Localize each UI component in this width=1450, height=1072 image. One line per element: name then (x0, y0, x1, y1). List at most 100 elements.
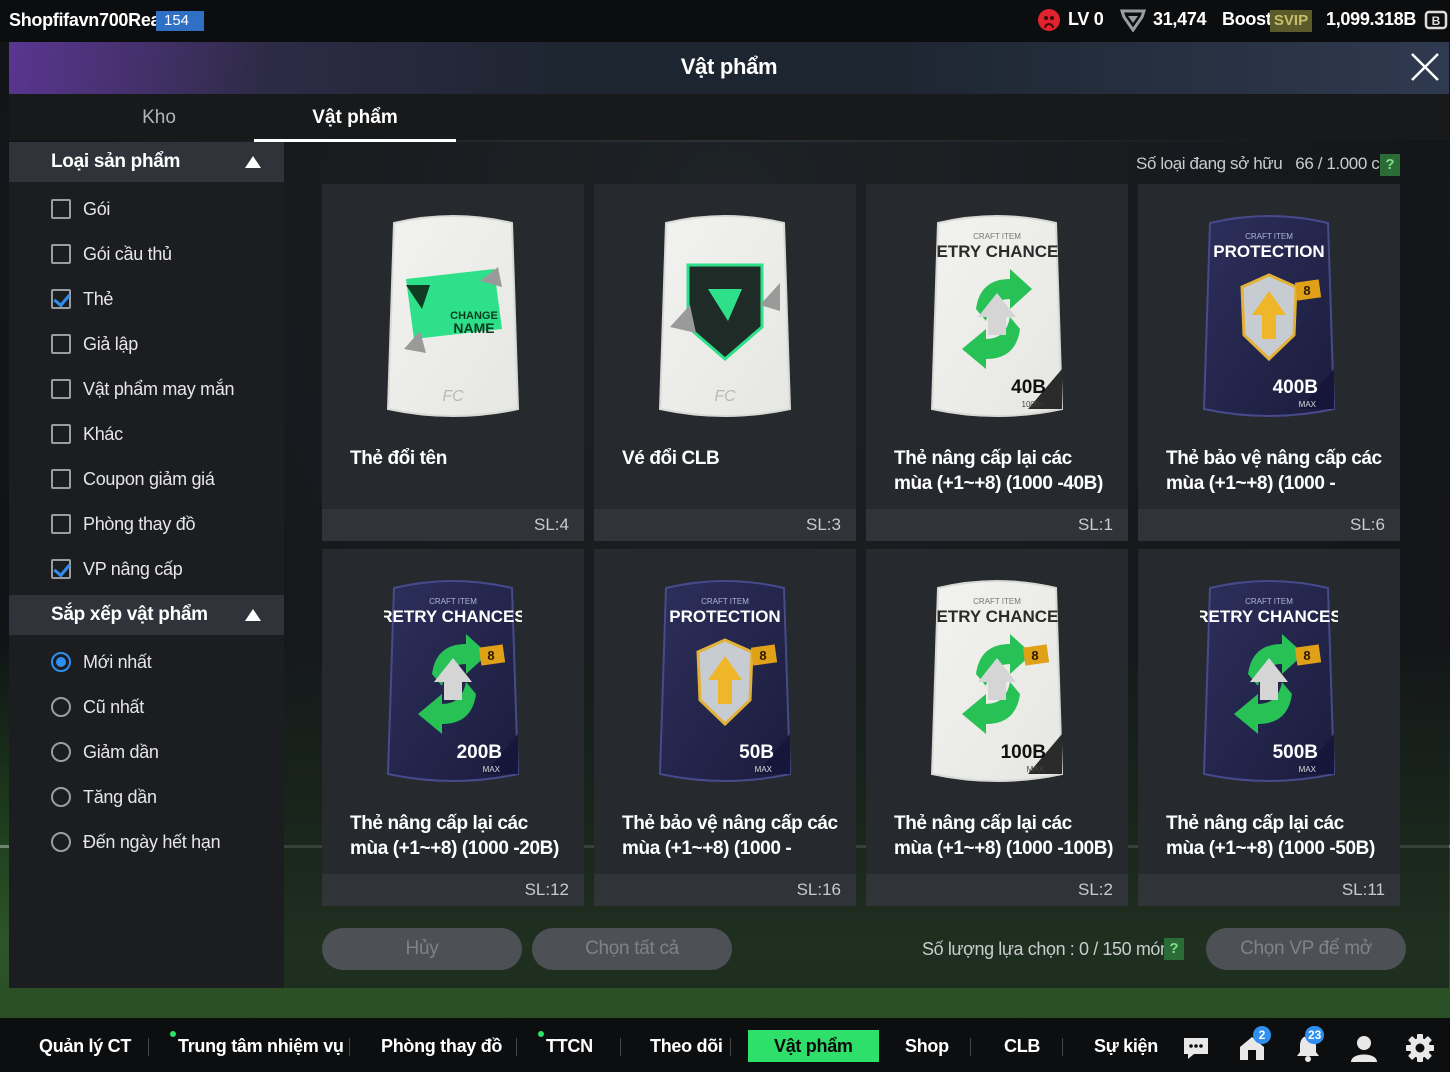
tab-vat-pham[interactable]: Vật phẩm (254, 94, 456, 142)
craft-label: CRAFT ITEM (1245, 232, 1293, 241)
checkbox[interactable] (51, 334, 71, 354)
item-card[interactable]: CRAFT ITEM RETRY CHANCES 8 500B MAX Thẻ nâng … (1138, 549, 1400, 906)
checkbox[interactable] (51, 289, 71, 309)
craft-sub: MAX (1027, 765, 1045, 774)
notification-dot (538, 1031, 544, 1037)
nav-phong-thay-do[interactable]: Phòng thay đồ (381, 1030, 502, 1062)
item-card[interactable]: CHANGE NAME FC Thẻ đổi tên SL:4 (322, 184, 584, 541)
nav-shop[interactable]: Shop (905, 1030, 949, 1062)
item-quantity: SL:2 (1078, 880, 1113, 899)
item-card-art-icon: CRAFT ITEM RETRY CHANCES 8 200B MAX (384, 574, 522, 792)
item-card-art-icon: CHANGE NAME FC (384, 209, 522, 427)
sort-label: Giảm dần (83, 742, 159, 762)
checkbox[interactable] (51, 244, 71, 264)
item-card[interactable]: CRAFT ITEM PROTECTION 8 400B MAX Thẻ bảo vệ n… (1138, 184, 1400, 541)
boost-label: Boost (1222, 9, 1272, 29)
sort-label: Cũ nhất (83, 697, 144, 717)
craft-sub: 1000~ (1022, 400, 1045, 409)
nav-ttcn[interactable]: TTCN (546, 1030, 593, 1062)
item-card[interactable]: CRAFT ITEM RETRY CHANCES 8 100B MAX Thẻ nâng … (866, 549, 1128, 906)
selection-help-icon[interactable]: ? (1164, 938, 1184, 960)
cancel-button[interactable]: Hủy (322, 928, 522, 970)
craft-title: RETRY CHANCES (928, 242, 1066, 261)
craft-sub: MAX (483, 765, 501, 774)
owned-help-icon[interactable]: ? (1380, 154, 1400, 176)
category-title: Loại sản phẩm (51, 151, 181, 172)
item-name: Thẻ bảo vệ nâng cấp các mùa (+1~+8) (100… (622, 813, 838, 859)
checkbox[interactable] (51, 424, 71, 444)
owned-count: Số loại đang sở hữu 66 / 1.000 cái (1136, 154, 1392, 174)
craft-value: 100B (1001, 742, 1046, 763)
checkbox[interactable] (51, 559, 71, 579)
tab-kho[interactable]: Kho (59, 94, 259, 140)
team-shield-icon (1120, 9, 1146, 32)
bp-coin-icon: B (1424, 10, 1448, 30)
profile-icon[interactable] (1348, 1032, 1380, 1064)
selection-count: Số lượng lựa chọn : 0 / 150 món (922, 939, 1170, 959)
checkbox[interactable] (51, 469, 71, 489)
checkbox[interactable] (51, 199, 71, 219)
craft-label: CRAFT ITEM (429, 597, 477, 606)
radio-button[interactable] (51, 652, 71, 672)
item-card-art-icon: CRAFT ITEM RETRY CHANCES 8 500B MAX (1200, 574, 1338, 792)
item-name: Thẻ nâng cấp lại các mùa (+1~+8) (1000 -… (1166, 813, 1375, 859)
item-name: Thẻ nâng cấp lại các mùa (+1~+8) (1000 -… (894, 448, 1103, 494)
category-label: Gói cầu thủ (83, 244, 172, 264)
status-bar: Shopfifavn700Rea 154 LV 0 31,474 Boost S… (0, 0, 1450, 42)
filter-sidebar: Loại sản phẩm Gói Gói cầu thủ Thẻ Giả lập Vậ… (9, 142, 284, 988)
nav-divider (148, 1038, 149, 1056)
item-quantity: SL:6 (1350, 515, 1385, 534)
radio-button[interactable] (51, 697, 71, 717)
item-quantity: SL:11 (1341, 880, 1385, 899)
checkbox[interactable] (51, 379, 71, 399)
radio-button[interactable] (51, 787, 71, 807)
grade-badge: 8 (759, 648, 766, 663)
nav-clb[interactable]: CLB (1004, 1030, 1040, 1062)
item-card-art-icon: CRAFT ITEM PROTECTION 8 400B MAX (1200, 209, 1338, 427)
category-label: Vật phẩm may mắn (83, 379, 235, 399)
craft-title: RETRY CHANCES (1200, 607, 1338, 626)
category-header[interactable]: Loại sản phẩm (9, 142, 284, 182)
checkbox[interactable] (51, 514, 71, 534)
nav-quan-ly-ct[interactable]: Quản lý CT (39, 1030, 131, 1062)
item-card-art-icon: CRAFT ITEM RETRY CHANCES 8 100B MAX (928, 574, 1066, 792)
category-label: Khác (83, 424, 123, 444)
item-card-art-icon: CRAFT ITEM PROTECTION 8 50B MAX (656, 574, 794, 792)
svg-text:B: B (1432, 14, 1441, 28)
nav-divider (970, 1038, 971, 1056)
team-value: 31,474 (1153, 9, 1207, 29)
bp-value: 1,099.318B (1326, 9, 1417, 29)
item-card[interactable]: CRAFT ITEM RETRY CHANCES 40B 1000~ Thẻ nâng … (866, 184, 1128, 541)
item-name: Vé đổi CLB (622, 448, 720, 469)
item-card[interactable]: CRAFT ITEM PROTECTION 8 50B MAX Thẻ bảo vệ nâ… (594, 549, 856, 906)
nav-divider (349, 1038, 350, 1056)
settings-gear-icon[interactable] (1404, 1032, 1436, 1064)
radio-button[interactable] (51, 832, 71, 852)
craft-title: RETRY CHANCES (384, 607, 522, 626)
nav-theo-doi[interactable]: Theo dõi (650, 1030, 723, 1062)
open-selected-button[interactable]: Chọn VP để mở (1206, 928, 1406, 970)
craft-sub: MAX (1299, 765, 1317, 774)
select-all-button[interactable]: Chọn tất cả (532, 928, 732, 970)
category-label: Thẻ (83, 289, 114, 309)
sort-label: Tăng dần (83, 787, 157, 807)
item-name: Thẻ đổi tên (350, 448, 447, 469)
sort-label: Mới nhất (83, 652, 152, 672)
item-card[interactable]: CRAFT ITEM RETRY CHANCES 8 200B MAX Thẻ nâng … (322, 549, 584, 906)
craft-value: 50B (739, 742, 774, 763)
sort-header[interactable]: Sắp xếp vật phẩm (9, 595, 284, 635)
notification-dot (170, 1031, 176, 1037)
nav-vat-pham[interactable]: Vật phẩm (748, 1030, 879, 1062)
craft-title: PROTECTION (1213, 242, 1324, 261)
item-name: Thẻ bảo vệ nâng cấp các mùa (+1~+8) (100… (1166, 448, 1382, 494)
chat-icon[interactable] (1180, 1032, 1212, 1064)
close-icon[interactable] (1410, 52, 1440, 82)
radio-button[interactable] (51, 742, 71, 762)
grade-badge: 8 (1031, 648, 1038, 663)
nav-trung-tam-nhiem-vu[interactable]: Trung tâm nhiệm vụ (178, 1030, 344, 1062)
sort-title: Sắp xếp vật phẩm (51, 604, 208, 625)
sad-face-icon (1038, 9, 1060, 31)
home-badge: 2 (1253, 1026, 1271, 1044)
nav-su-kien[interactable]: Sự kiện (1094, 1030, 1158, 1062)
item-card[interactable]: FC Vé đổi CLB SL:3 (594, 184, 856, 541)
